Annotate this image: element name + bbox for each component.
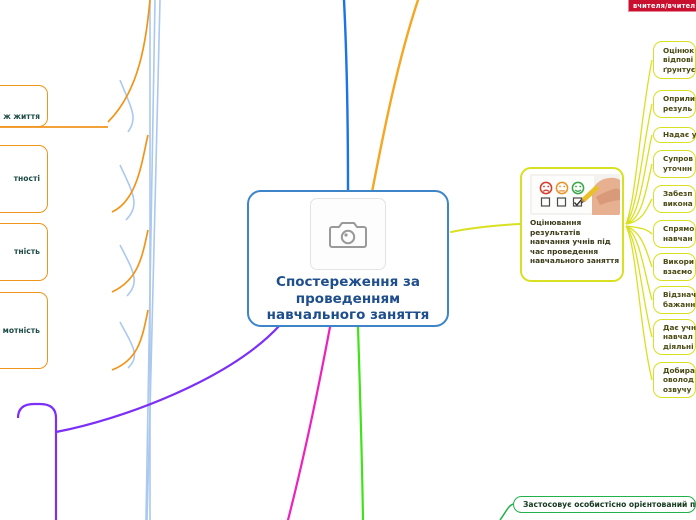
right-leaf-9[interactable]: Дає учн навчал діяльні <box>653 319 696 355</box>
central-node-label: Спостереження за проведенням навчального… <box>266 274 430 323</box>
right-leaf-5[interactable]: Забезп викона <box>653 185 696 213</box>
left-leaf-3[interactable]: тність <box>0 223 48 281</box>
right-fan-edges <box>625 59 653 381</box>
left-leaf-4-label: мотність <box>2 325 40 335</box>
left-leaf-1-label: ж життя <box>3 112 40 122</box>
right-leaf-2[interactable]: Оприли резуль <box>653 90 696 118</box>
bottom-green-edge <box>499 503 514 520</box>
right-leaf-8[interactable]: Відзнач бажанн <box>653 286 696 314</box>
right-leaf-8-label: Відзнач бажанн <box>663 290 696 309</box>
left-leaf-3-label: тність <box>14 247 40 257</box>
right-leaf-3-label: Надає уч <box>663 130 696 140</box>
right-leaf-10[interactable]: Добира оволод озвучу <box>653 362 696 398</box>
bottom-leaf-1-label: Застосовує особистісно орієнтований підх… <box>523 499 696 509</box>
status-badge-label: вчителя/вчител <box>633 1 696 10</box>
evaluation-node[interactable]: Оцінювання результатів навчання учнів пі… <box>520 167 624 282</box>
right-leaf-5-label: Забезп викона <box>663 189 693 208</box>
right-leaf-3[interactable]: Надає уч <box>653 127 696 143</box>
right-leaf-4-label: Супров уточнн <box>663 154 694 173</box>
left-leaf-4[interactable]: мотність <box>0 292 48 369</box>
right-leaf-10-label: Добира оволод озвучу <box>663 365 695 394</box>
right-leaf-1[interactable]: Оцінюк відпові ґрунтує <box>653 41 696 79</box>
evaluation-node-label: Оцінювання результатів навчання учнів пі… <box>530 218 620 266</box>
right-leaf-4[interactable]: Супров уточнн <box>653 150 696 178</box>
left-leaf-2[interactable]: тності <box>0 145 48 213</box>
smiley-rating-checklist-image <box>530 174 620 215</box>
left-fan-edges <box>119 0 161 520</box>
right-leaf-6-label: Спрямо навчан <box>663 224 695 243</box>
right-leaf-7[interactable]: Викори взаємо <box>653 253 696 281</box>
right-leaf-6[interactable]: Спрямо навчан <box>653 220 696 248</box>
mindmap-canvas[interactable]: Спостереження за проведенням навчального… <box>0 0 696 520</box>
right-leaf-7-label: Викори взаємо <box>663 257 694 276</box>
status-badge: вчителя/вчител <box>628 0 696 12</box>
left-leaf-1[interactable]: ж життя <box>0 85 48 127</box>
camera-icon <box>310 198 386 270</box>
bottom-leaf-1[interactable]: Застосовує особистісно орієнтований підх… <box>513 496 696 513</box>
central-node[interactable]: Спостереження за проведенням навчального… <box>247 190 449 327</box>
right-leaf-9-label: Дає учн навчал діяльні <box>663 322 696 351</box>
left-leaf-2-label: тності <box>13 174 40 184</box>
purple-trunk <box>16 402 58 520</box>
right-leaf-1-label: Оцінюк відпові ґрунтує <box>663 45 696 74</box>
right-leaf-2-label: Оприли резуль <box>663 94 696 113</box>
